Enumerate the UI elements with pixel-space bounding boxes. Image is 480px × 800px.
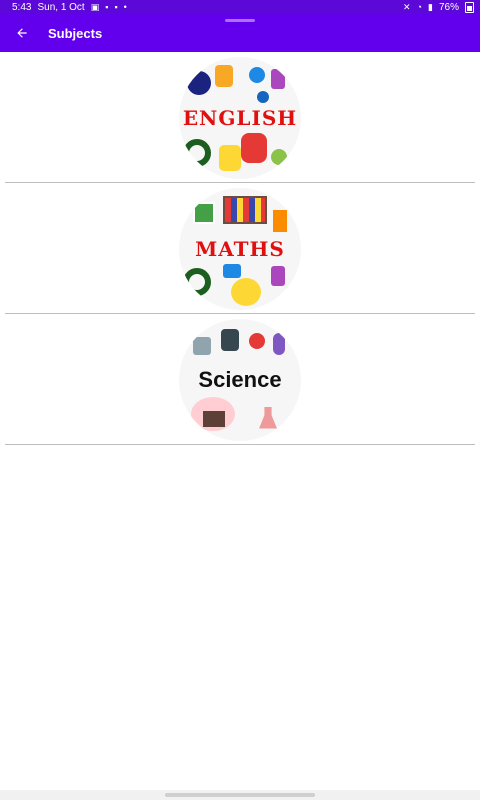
flask-decoration bbox=[249, 332, 265, 349]
beaker-decoration bbox=[259, 406, 277, 429]
subject-title: MATHS bbox=[195, 236, 285, 261]
abacus-decoration bbox=[223, 195, 267, 224]
check-box-decoration bbox=[193, 201, 215, 224]
letter-b-decoration bbox=[219, 144, 241, 171]
app-bar: Subjects bbox=[0, 14, 480, 52]
battery-icon bbox=[465, 1, 474, 13]
wifi-icon: ◔ bbox=[416, 1, 423, 12]
subject-item-science[interactable]: Science bbox=[0, 314, 480, 445]
back-button[interactable] bbox=[10, 21, 34, 45]
ring-decoration bbox=[183, 267, 211, 296]
leaf-decoration bbox=[271, 148, 287, 165]
letter-d-decoration bbox=[187, 70, 211, 95]
page-title: Subjects bbox=[48, 25, 103, 41]
subject-item-english[interactable]: ENGLISH bbox=[0, 52, 480, 183]
subject-title: Science bbox=[198, 366, 282, 392]
notification-icon: ▪ bbox=[114, 1, 118, 12]
status-time: 5:43 bbox=[12, 1, 32, 13]
subject-title: ENGLISH bbox=[182, 105, 298, 130]
english-subject-image: ENGLISH bbox=[179, 56, 301, 179]
ring-decoration bbox=[183, 138, 211, 167]
gallery-icon: ▣ bbox=[90, 1, 100, 12]
ruler-decoration bbox=[273, 209, 287, 232]
letter-b-decoration bbox=[271, 265, 285, 286]
lamp-decoration bbox=[273, 332, 285, 355]
letter-c-decoration bbox=[257, 90, 269, 103]
tree-decoration bbox=[203, 410, 225, 427]
status-right: ✕ ◔ ▮ 76% bbox=[403, 1, 474, 13]
notification-icon: ▪ bbox=[105, 1, 109, 12]
home-gesture-handle[interactable] bbox=[165, 793, 315, 797]
divider bbox=[5, 444, 475, 445]
drag-handle[interactable] bbox=[225, 19, 255, 22]
arrow-left-icon bbox=[17, 28, 27, 38]
dot-icon: • bbox=[123, 1, 127, 12]
status-date: Sun, 1 Oct bbox=[37, 1, 85, 13]
sqrt-decoration bbox=[223, 263, 241, 278]
robot-decoration bbox=[215, 64, 233, 87]
status-left: 5:43 Sun, 1 Oct ▣ ▪ ▪ • bbox=[12, 2, 127, 13]
mute-icon: ✕ bbox=[403, 1, 411, 12]
signal-icon: ▮ bbox=[428, 1, 433, 12]
character-decoration bbox=[241, 132, 267, 163]
device-decoration bbox=[221, 328, 239, 351]
status-bar: 5:43 Sun, 1 Oct ▣ ▪ ▪ • ✕ ◔ ▮ 76% bbox=[0, 0, 480, 14]
letter-a-decoration bbox=[249, 66, 265, 83]
child-decoration bbox=[231, 277, 261, 306]
subjects-list: ENGLISH MATHS Science bbox=[0, 52, 480, 445]
microscope-decoration bbox=[193, 336, 211, 355]
science-subject-image: Science bbox=[179, 318, 301, 441]
letter-decoration bbox=[271, 68, 285, 89]
maths-subject-image: MATHS bbox=[179, 187, 301, 310]
subject-item-maths[interactable]: MATHS bbox=[0, 183, 480, 314]
battery-percent: 76% bbox=[438, 1, 459, 13]
